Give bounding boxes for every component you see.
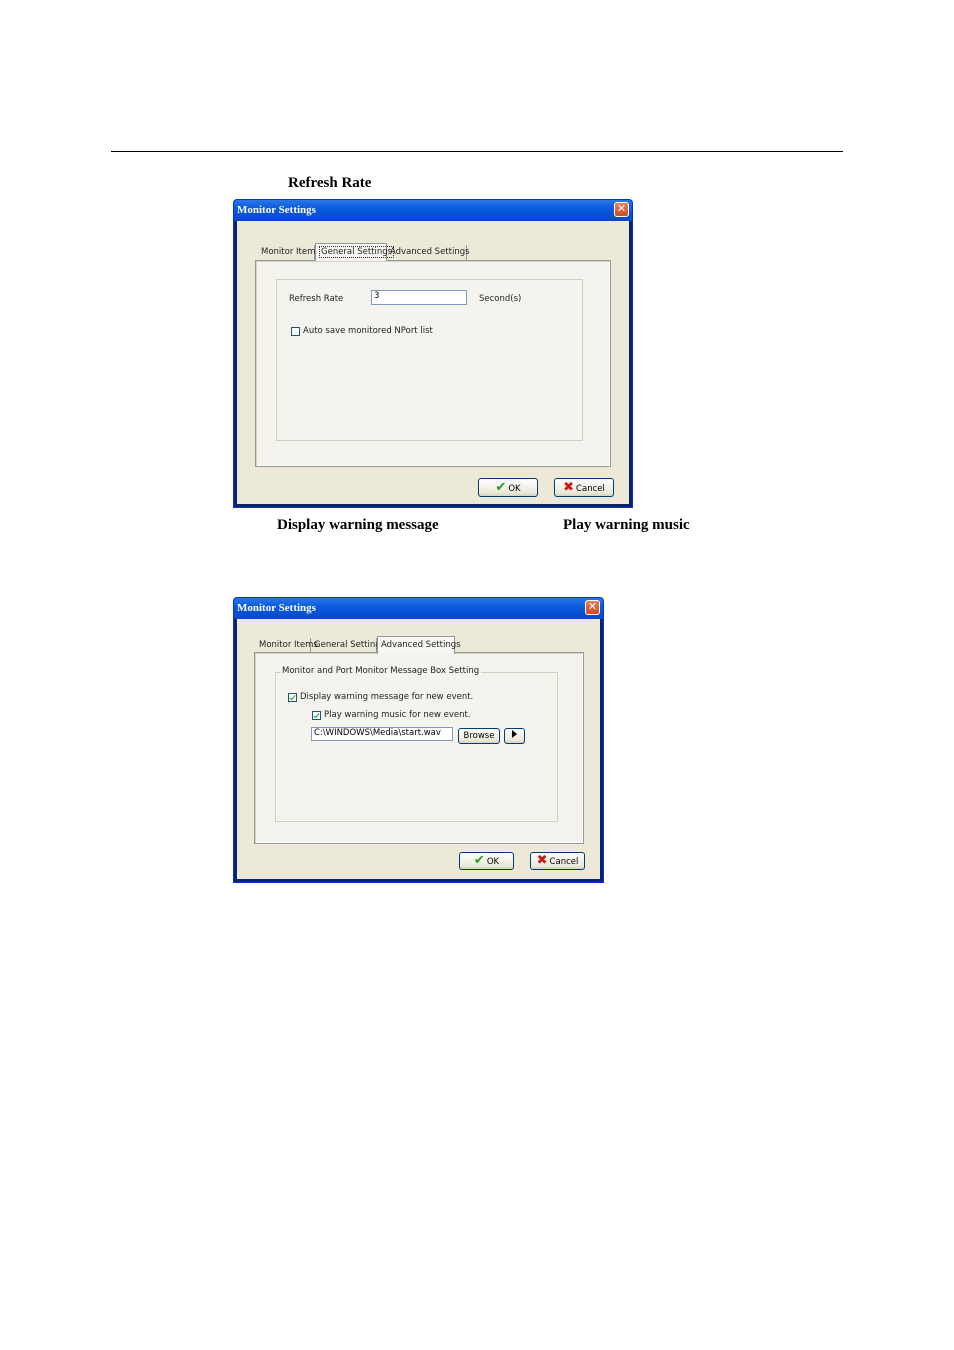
music-path-input[interactable]: C:\WINDOWS\Media\start.wav [311,727,453,741]
close-icon[interactable]: ✕ [585,600,600,615]
refresh-rate-input[interactable]: 3 [371,290,467,305]
ok-label: OK [508,484,521,494]
auto-save-label: Auto save monitored NPort list [303,326,433,336]
caption-play-warning: Play warning music [563,517,690,533]
tab-advanced-settings[interactable]: Advanced Settings [387,245,470,260]
window-title: Monitor Settings [237,204,316,216]
tab-panel-general: Refresh Rate 3 Second(s) Auto save monit… [255,260,611,467]
close-icon[interactable]: ✕ [614,202,629,217]
ok-label: OK [486,857,500,867]
title-bar: Monitor Settings ✕ [234,200,632,221]
cancel-label: Cancel [576,484,605,494]
dialog-client: Monitor Items General Settings Advanced … [237,619,600,879]
tab-general-settings[interactable]: General Settings [311,638,385,653]
display-warning-label: Display warning message for new event. [300,692,474,702]
settings-frame: Refresh Rate 3 Second(s) Auto save monit… [276,279,583,441]
play-button[interactable] [504,728,525,744]
tab-advanced-settings[interactable]: Advanced Settings [377,636,461,654]
x-icon: ✖ [536,853,548,868]
monitor-settings-dialog-general: Monitor Settings ✕ Monitor Items General… [233,199,633,508]
tab-monitor-items[interactable]: Monitor Items [256,638,318,653]
dialog-client: Monitor Items General Settings Advanced … [237,221,629,504]
play-icon [512,730,517,738]
tab-monitor-items[interactable]: Monitor Items [258,245,320,260]
window-title: Monitor Settings [237,602,316,614]
refresh-rate-label: Refresh Rate [289,294,344,304]
cancel-button[interactable]: ✖ Cancel [554,478,614,497]
message-box-setting-group: Monitor and Port Monitor Message Box Set… [275,666,558,822]
check-icon: ✔ [495,480,507,495]
cancel-button[interactable]: ✖ Cancel [530,852,585,870]
ok-button[interactable]: ✔ OK [478,478,538,497]
monitor-settings-dialog-advanced: Monitor Settings ✕ Monitor Items General… [233,597,604,883]
tab-panel-advanced: Monitor and Port Monitor Message Box Set… [254,652,584,844]
check-icon: ✔ [473,853,485,868]
header-rule [111,151,843,152]
title-bar: Monitor Settings ✕ [234,598,603,619]
auto-save-checkbox[interactable] [291,327,300,336]
tab-general-settings-label: General Settings [319,246,395,258]
cancel-label: Cancel [549,857,579,867]
tab-general-settings[interactable]: General Settings [315,243,395,261]
caption-display-warning: Display warning message [277,517,439,533]
x-icon: ✖ [563,480,575,495]
refresh-rate-unit: Second(s) [479,294,522,304]
tab-strip: Monitor Items General Settings Advanced … [258,243,618,261]
ok-button[interactable]: ✔ OK [459,852,514,870]
display-warning-checkbox[interactable] [288,693,297,702]
group-title: Monitor and Port Monitor Message Box Set… [280,666,482,676]
play-music-label: Play warning music for new event. [324,710,471,720]
browse-button[interactable]: Browse [458,728,500,744]
caption-refresh-rate: Refresh Rate [288,175,372,191]
play-music-checkbox[interactable] [312,711,321,720]
